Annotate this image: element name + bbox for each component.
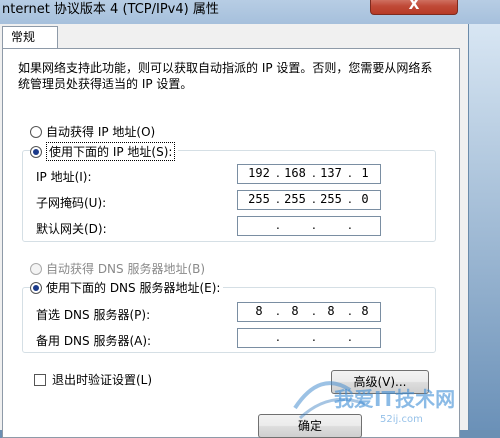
ip-address-field[interactable]: 192 . 168 . 137 . 1 (237, 164, 381, 184)
ip-address-label: IP 地址(I): (36, 170, 92, 184)
radio-auto-dns-label: 自动获得 DNS 服务器地址(B) (46, 262, 206, 276)
window-title: nternet 协议版本 4 (TCP/IPv4) 属性 (2, 2, 219, 17)
radio-manual-dns-circle[interactable] (30, 281, 42, 294)
alternate-dns-field[interactable]: . . . (237, 328, 381, 348)
ok-button[interactable]: 确定 (258, 414, 362, 438)
radio-manual-ip-label: 使用下面的 IP 地址(S): (46, 142, 176, 161)
radio-auto-ip-circle[interactable] (30, 125, 42, 138)
background-window (468, 24, 500, 430)
alternate-dns-label: 备用 DNS 服务器(A): (36, 334, 152, 348)
tab-general[interactable]: 常规 (2, 26, 58, 48)
validate-settings-label: 退出时验证设置(L) (52, 373, 153, 387)
radio-manual-dns[interactable]: 使用下面的 DNS 服务器地址(E): (30, 279, 224, 296)
preferred-dns-field[interactable]: 8 . 8 . 8 . 8 (237, 302, 381, 322)
advanced-button[interactable]: 高级(V)... (331, 370, 429, 394)
description-text: 如果网络支持此功能，则可以获取自动指派的 IP 设置。否则，您需要从网络系统管理… (18, 61, 433, 91)
validate-settings-checkbox[interactable]: 退出时验证设置(L) (34, 371, 152, 388)
radio-auto-ip-label: 自动获得 IP 地址(O) (46, 125, 156, 139)
radio-auto-dns-circle[interactable] (30, 262, 42, 275)
radio-manual-ip[interactable]: 使用下面的 IP 地址(S): (30, 142, 179, 161)
properties-dialog: 常规 如果网络支持此功能，则可以获取自动指派的 IP 设置。否则，您需要从网络系… (0, 24, 469, 438)
validate-settings-box[interactable] (34, 373, 46, 386)
close-button[interactable]: X (370, 0, 458, 15)
preferred-dns-label: 首选 DNS 服务器(P): (36, 308, 151, 322)
default-gateway-field[interactable]: . . . (237, 216, 381, 236)
subnet-mask-label: 子网掩码(U): (36, 196, 107, 210)
title-bar: nternet 协议版本 4 (TCP/IPv4) 属性 X (0, 0, 500, 24)
radio-manual-dns-label: 使用下面的 DNS 服务器地址(E): (46, 281, 221, 295)
radio-auto-dns[interactable]: 自动获得 DNS 服务器地址(B) (30, 260, 205, 277)
default-gateway-label: 默认网关(D): (36, 222, 107, 236)
subnet-mask-field[interactable]: 255 . 255 . 255 . 0 (237, 190, 381, 210)
radio-manual-ip-circle[interactable] (30, 145, 42, 158)
radio-auto-ip[interactable]: 自动获得 IP 地址(O) (30, 123, 155, 140)
